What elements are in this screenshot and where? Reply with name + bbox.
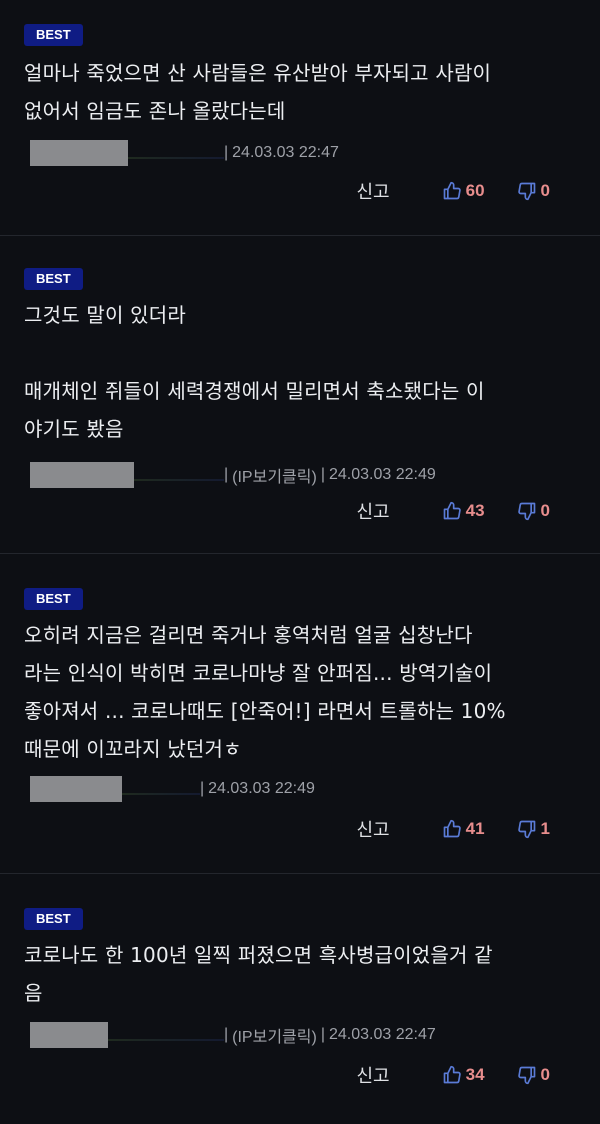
thumbs-down-icon	[517, 502, 535, 521]
thumbs-up-icon	[443, 181, 461, 200]
meta-separator: |	[200, 780, 205, 797]
meta-separator: |	[320, 466, 325, 483]
comment-meta: | 24.03.03 22:49	[30, 776, 580, 802]
comment-timestamp: 24.03.03 22:47	[232, 144, 339, 161]
dislike-button[interactable]: 0	[517, 181, 550, 201]
dislike-count: 0	[540, 181, 550, 200]
ip-view-link[interactable]: (IP보기클릭)	[232, 463, 317, 487]
comment-actions: 신고 43 0	[356, 496, 550, 526]
meta-separator: |	[320, 1026, 325, 1043]
comment-actions: 신고 34 0	[356, 1060, 550, 1090]
like-button[interactable]: 41	[442, 819, 485, 839]
comment-text: 그것도 말이 있더라 매개체인 쥐들이 세력경쟁에서 밀리면서 축소됐다는 이 …	[24, 303, 485, 441]
thumbs-up-icon	[443, 819, 461, 838]
like-button[interactable]: 43	[442, 501, 485, 521]
meta-separator: |	[224, 144, 229, 161]
comment-text: 오히려 지금은 걸리면 죽거나 홍역처럼 얼굴 십창난다 라는 인식이 박히면 …	[24, 623, 506, 761]
thumbs-down-icon	[517, 820, 535, 839]
thumbs-down-icon	[517, 1066, 535, 1085]
dislike-button[interactable]: 0	[517, 1065, 550, 1085]
comment-meta: | 24.03.03 22:47	[30, 140, 580, 166]
like-button[interactable]: 60	[442, 181, 485, 201]
author-name-tail	[134, 479, 224, 481]
dislike-button[interactable]: 1	[517, 819, 550, 839]
best-badge: BEST	[24, 268, 83, 290]
author-name-tail	[122, 793, 200, 795]
comment-timestamp: 24.03.03 22:49	[328, 466, 436, 483]
report-button[interactable]: 신고	[356, 498, 389, 524]
comment-timestamp: 24.03.03 22:47	[328, 1026, 436, 1043]
best-badge: BEST	[24, 24, 83, 46]
comment-actions: 신고 60 0	[356, 176, 550, 206]
meta-separator: |	[224, 1026, 229, 1043]
author-name-redacted[interactable]	[30, 776, 122, 802]
like-count: 60	[465, 181, 485, 200]
like-button[interactable]: 34	[442, 1065, 485, 1085]
dislike-button[interactable]: 0	[517, 501, 550, 521]
thumbs-up-icon	[443, 501, 461, 520]
dislike-count: 1	[540, 819, 550, 838]
like-count: 34	[465, 1065, 485, 1084]
comment-text: 얼마나 죽었으면 산 사람들은 유산받아 부자되고 사람이 없어서 임금도 존나…	[24, 61, 492, 123]
ip-view-link[interactable]: (IP보기클릭)	[232, 1023, 317, 1047]
comment-text: 코로나도 한 100년 일찍 퍼졌으면 흑사병급이었을거 같 음	[24, 943, 493, 1005]
author-name-redacted[interactable]	[30, 462, 134, 488]
author-name-redacted[interactable]	[30, 140, 128, 166]
dislike-count: 0	[540, 501, 550, 520]
best-badge: BEST	[24, 588, 83, 610]
best-badge: BEST	[24, 908, 83, 930]
comment-actions: 신고 41 1	[356, 814, 550, 844]
comment-item: BEST 그것도 말이 있더라 매개체인 쥐들이 세력경쟁에서 밀리면서 축소됐…	[0, 236, 600, 554]
comment-item: BEST 코로나도 한 100년 일찍 퍼졌으면 흑사병급이었을거 같 음 | …	[0, 874, 600, 1124]
comment-item: BEST 얼마나 죽었으면 산 사람들은 유산받아 부자되고 사람이 없어서 임…	[0, 0, 600, 236]
comment-meta: | (IP보기클릭) | 24.03.03 22:49	[30, 462, 580, 488]
author-name-redacted[interactable]	[30, 1022, 108, 1048]
report-button[interactable]: 신고	[356, 178, 389, 204]
meta-separator: |	[224, 466, 229, 483]
comment-meta: | (IP보기클릭) | 24.03.03 22:47	[30, 1022, 580, 1048]
comment-item: BEST 오히려 지금은 걸리면 죽거나 홍역처럼 얼굴 십창난다 라는 인식이…	[0, 554, 600, 874]
author-name-tail	[128, 157, 224, 159]
comment-timestamp: 24.03.03 22:49	[208, 780, 315, 797]
dislike-count: 0	[540, 1065, 550, 1084]
like-count: 43	[465, 501, 485, 520]
author-name-tail	[108, 1039, 224, 1041]
report-button[interactable]: 신고	[356, 1062, 389, 1088]
report-button[interactable]: 신고	[356, 816, 389, 842]
like-count: 41	[465, 819, 485, 838]
thumbs-down-icon	[517, 182, 535, 201]
thumbs-up-icon	[443, 1065, 461, 1084]
